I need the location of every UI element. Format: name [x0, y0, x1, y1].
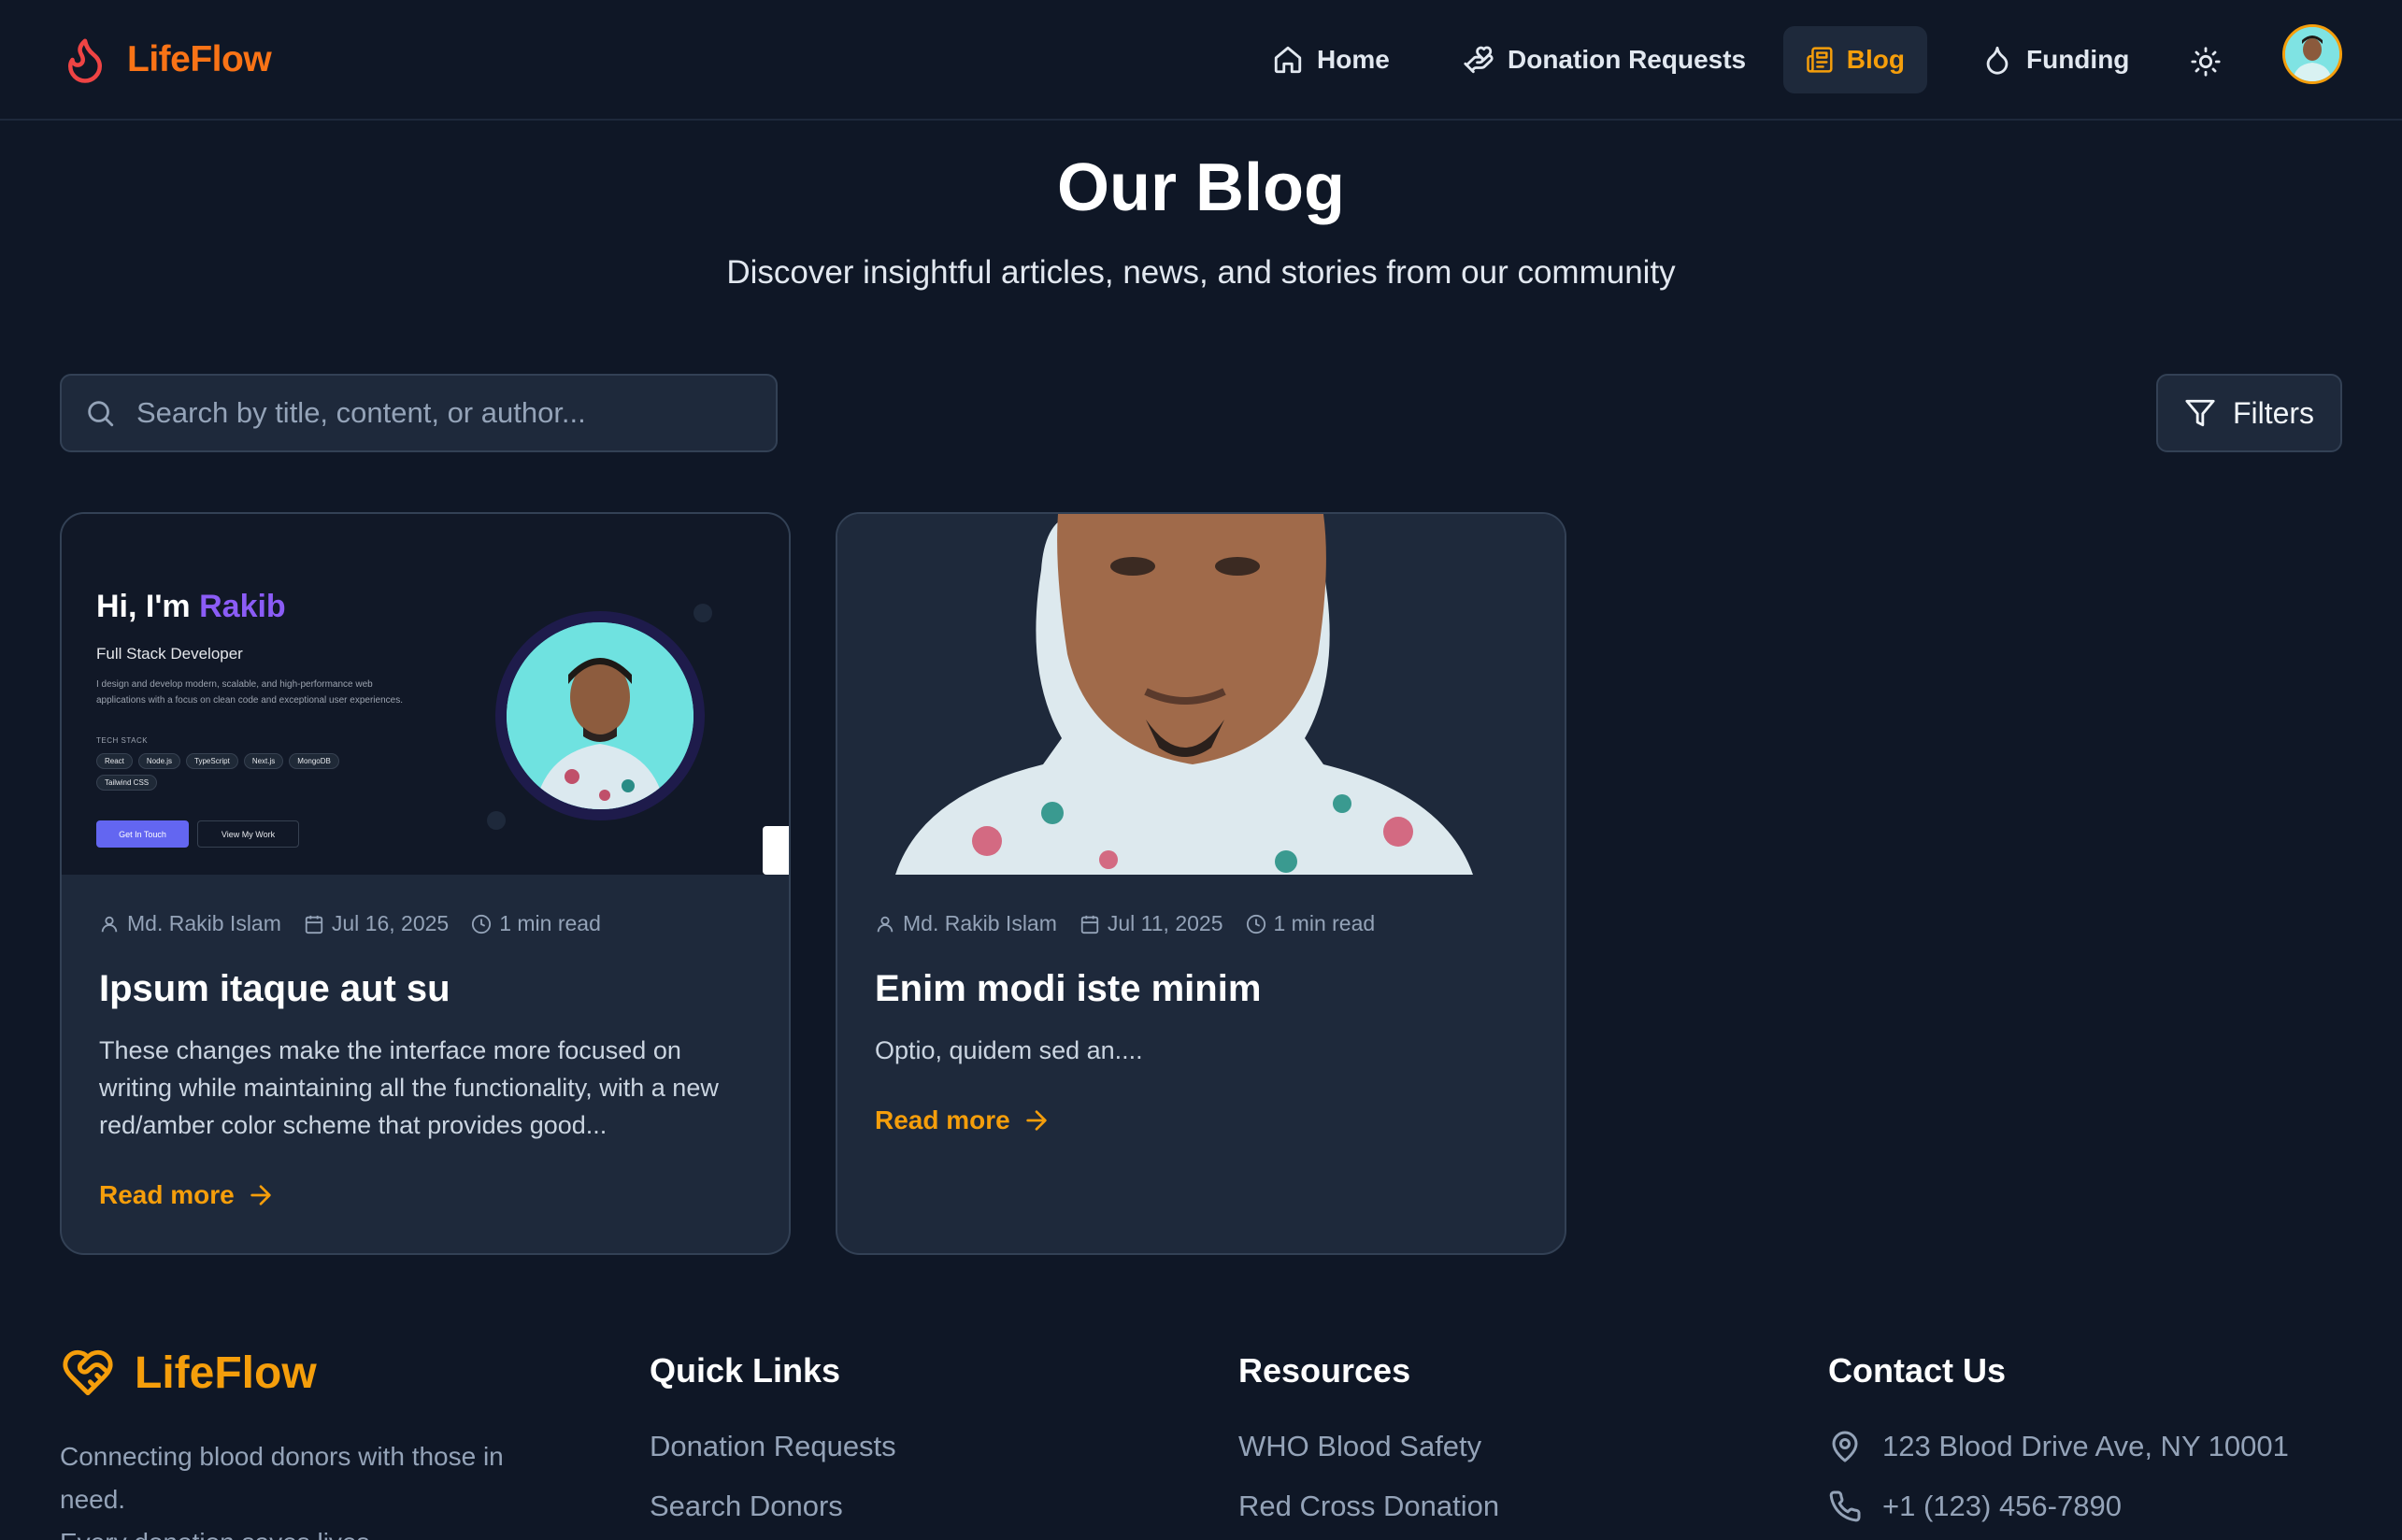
- nav-blog[interactable]: Blog: [1783, 26, 1927, 93]
- post-title[interactable]: Ipsum itaque aut su: [99, 968, 450, 1010]
- contact-address: 123 Blood Drive Ave, NY 10001: [1828, 1417, 2289, 1476]
- user-avatar[interactable]: [2282, 24, 2342, 84]
- post-date: Jul 16, 2025: [331, 911, 450, 935]
- home-icon: [1274, 46, 1302, 74]
- nav-home-label: Home: [1317, 45, 1390, 74]
- contact-address-text: 123 Blood Drive Ave, NY 10001: [1882, 1430, 2289, 1462]
- read-more-link[interactable]: Read more: [875, 1105, 1051, 1135]
- tech-chip: React: [96, 753, 133, 769]
- sun-icon: [2191, 47, 2221, 77]
- portfolio-role: Full Stack Developer: [96, 645, 243, 663]
- nav-home[interactable]: Home: [1250, 26, 1412, 93]
- blood-drop-logo-icon: [68, 38, 102, 83]
- phone-icon: [1829, 1490, 1861, 1522]
- post-read-time: 1 min read: [499, 911, 601, 935]
- calendar-icon: [305, 915, 323, 934]
- footer-tagline: Connecting blood donors with those in ne…: [60, 1442, 504, 1540]
- search-icon: [88, 401, 114, 427]
- footer-link-red-cross[interactable]: Red Cross Donation: [1238, 1476, 1499, 1536]
- tech-chip: Next.js: [243, 753, 284, 769]
- post-meta: Md. Rakib Islam Jul 11, 2025 1 min read: [875, 911, 1375, 936]
- portfolio-screenshot: Hi, I'm Rakib Full Stack Developer I des…: [62, 514, 789, 875]
- code-badge-icon: [693, 604, 712, 622]
- post-excerpt: Optio, quidem sed an....: [875, 1036, 1143, 1064]
- nav-donation-requests[interactable]: Donation Requests: [1440, 26, 1768, 93]
- post-author: Md. Rakib Islam: [903, 911, 1057, 935]
- tech-chip: Tailwind CSS: [96, 775, 158, 791]
- portfolio-stack-label: TECH STACK: [96, 736, 149, 745]
- portfolio-cta-primary: Get In Touch: [96, 820, 189, 848]
- portfolio-greeting: Hi, I'm: [96, 589, 200, 624]
- blog-card-thumbnail: Hi, I'm Rakib Full Stack Developer I des…: [62, 514, 789, 875]
- person-portrait-icon: [507, 622, 693, 809]
- filters-button[interactable]: Filters: [2156, 374, 2342, 452]
- read-more-label: Read more: [875, 1105, 1010, 1134]
- theme-toggle-button[interactable]: [2185, 41, 2226, 82]
- footer-link-donation-requests[interactable]: Donation Requests: [650, 1417, 896, 1476]
- filter-icon: [2185, 399, 2215, 427]
- arrow-right-icon: [1026, 1110, 1047, 1131]
- brand-link[interactable]: LifeFlow: [60, 34, 272, 86]
- portfolio-description: I design and develop modern, scalable, a…: [96, 679, 403, 706]
- contact-phone-text: +1 (123) 456-7890: [1882, 1490, 2122, 1522]
- droplet-icon: [1986, 46, 2009, 75]
- user-icon: [877, 916, 894, 932]
- portfolio-cta-secondary: View My Work: [197, 820, 299, 848]
- arrow-right-icon: [250, 1185, 271, 1205]
- nav-funding-label: Funding: [2026, 45, 2130, 74]
- clock-icon: [1246, 914, 1265, 934]
- navbar: LifeFlow Home Donation Requests Blog Fun…: [0, 0, 2402, 121]
- page-title: Our Blog: [1057, 150, 1345, 225]
- post-date: Jul 11, 2025: [1107, 911, 1223, 935]
- newspaper-icon: [1807, 47, 1833, 73]
- user-icon: [101, 916, 118, 932]
- blog-card[interactable]: Md. Rakib Islam Jul 11, 2025 1 min read …: [836, 512, 1566, 1255]
- read-more-link[interactable]: Read more: [99, 1180, 276, 1210]
- tech-chip: TypeScript: [186, 753, 238, 769]
- nav-funding[interactable]: Funding: [1959, 26, 2152, 93]
- author-photo: [837, 514, 1565, 875]
- search-box: [60, 374, 778, 452]
- clock-icon: [472, 914, 492, 934]
- read-more-label: Read more: [99, 1180, 235, 1209]
- footer-heading: Contact Us: [1828, 1351, 2007, 1390]
- post-read-time: 1 min read: [1273, 911, 1376, 935]
- post-meta: Md. Rakib Islam Jul 16, 2025 1 min read: [99, 911, 601, 936]
- post-excerpt: These changes make the interface more fo…: [99, 1036, 719, 1139]
- floating-toolbar-icon: [763, 826, 789, 875]
- tech-chip: Node.js: [137, 753, 181, 769]
- portrait-photo: [507, 622, 693, 809]
- footer-quick-links: Quick Links Donation Requests Search Don…: [650, 1351, 896, 1536]
- footer-link-who-blood-safety[interactable]: WHO Blood Safety: [1238, 1417, 1499, 1476]
- avatar-photo: [2285, 27, 2339, 81]
- footer-link-search-donors[interactable]: Search Donors: [650, 1476, 896, 1536]
- post-author: Md. Rakib Islam: [127, 911, 281, 935]
- map-pin-icon: [1832, 1431, 1858, 1462]
- contact-phone[interactable]: +1 (123) 456-7890: [1828, 1476, 2289, 1536]
- footer-contact: Contact Us 123 Blood Drive Ave, NY 10001…: [1828, 1351, 2289, 1536]
- blog-card-thumbnail: [837, 514, 1565, 875]
- calendar-icon: [1080, 915, 1099, 934]
- brand-name: LifeFlow: [127, 39, 272, 79]
- nav-blog-label: Blog: [1846, 45, 1905, 74]
- post-title[interactable]: Enim modi iste minim: [875, 968, 1261, 1010]
- portfolio-chips: React Node.js TypeScript Next.js MongoDB…: [96, 753, 405, 791]
- footer-brand-name: LifeFlow: [135, 1348, 317, 1398]
- search-input[interactable]: [136, 396, 735, 430]
- footer-heading: Quick Links: [650, 1351, 841, 1390]
- footer-resources: Resources WHO Blood Safety Red Cross Don…: [1238, 1351, 1499, 1536]
- footer-heading: Resources: [1238, 1351, 1411, 1390]
- filters-label: Filters: [2232, 395, 2315, 430]
- blog-card[interactable]: Hi, I'm Rakib Full Stack Developer I des…: [60, 512, 791, 1255]
- portfolio-name: Rakib: [199, 589, 286, 624]
- nav-donation-requests-label: Donation Requests: [1508, 45, 1747, 74]
- database-badge-icon: [487, 811, 506, 830]
- tech-chip: MongoDB: [289, 753, 339, 769]
- page-subtitle: Discover insightful articles, news, and …: [726, 254, 1676, 291]
- hand-heart-icon: [1464, 46, 1494, 74]
- footer-brand[interactable]: LifeFlow: [60, 1346, 317, 1400]
- heart-handshake-icon: [63, 1349, 113, 1396]
